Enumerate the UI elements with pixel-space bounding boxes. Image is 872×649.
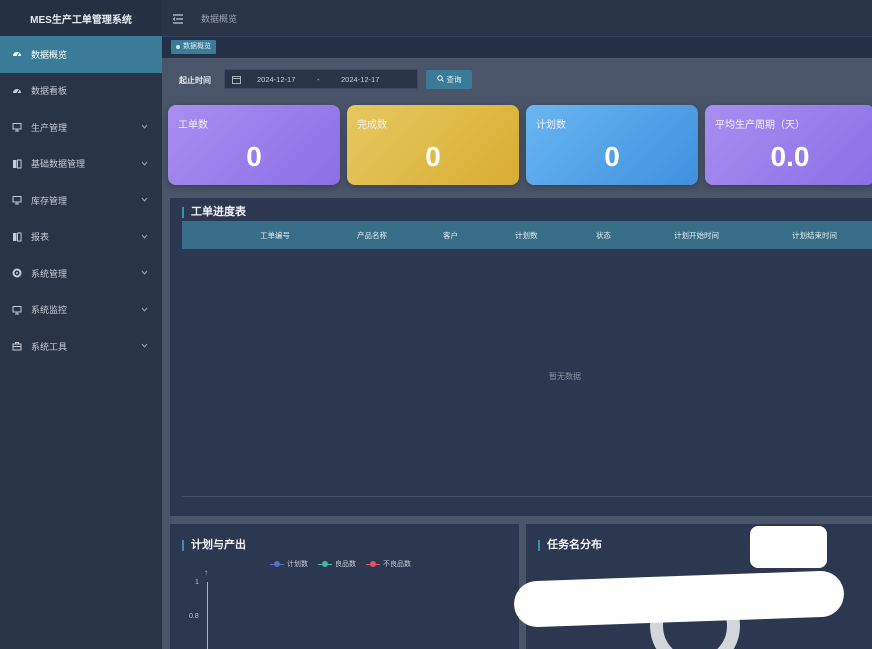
sidebar-item-label: 数据概览 bbox=[31, 49, 68, 60]
chevron-down-icon bbox=[141, 195, 148, 202]
monitor-icon bbox=[12, 195, 22, 205]
column-header[interactable]: 计划开始时间 bbox=[674, 230, 719, 241]
stat-card-planned: 计划数 0 bbox=[526, 105, 698, 185]
stat-card-title: 平均生产周期（天） bbox=[715, 120, 805, 131]
sidebar: MES生产工单管理系统 数据概览 数据看板 生产管理 基础数据管理 库存管理 报… bbox=[0, 0, 162, 649]
sidebar-menu: 数据概览 数据看板 生产管理 基础数据管理 库存管理 报表 系统管理 系统监控 … bbox=[0, 36, 162, 365]
column-header[interactable]: 客户 bbox=[443, 230, 458, 241]
table-header: 工单编号 产品名称 客户 计划数 状态 计划开始时间 计划结束时间 bbox=[182, 221, 872, 249]
sidebar-item-data-overview[interactable]: 数据概览 bbox=[0, 36, 162, 73]
panel-title: 工单进度表 bbox=[182, 207, 246, 218]
dashboard-icon bbox=[12, 86, 22, 96]
plan-output-chart-panel: 计划与产出 计划数 良品数 不良品数 ↑ 1 0.8 bbox=[170, 524, 519, 649]
legend-marker-icon bbox=[318, 561, 332, 567]
stat-card-value: 0.0 bbox=[770, 141, 810, 172]
y-tick-label: 1 bbox=[195, 579, 199, 586]
chevron-down-icon bbox=[141, 232, 148, 239]
menu-toggle-icon[interactable] bbox=[172, 12, 184, 24]
sidebar-item-label: 系统监控 bbox=[31, 305, 68, 316]
legend-label: 计划数 bbox=[287, 561, 308, 568]
sidebar-item-label: 报表 bbox=[31, 232, 50, 243]
column-header[interactable]: 工单编号 bbox=[260, 230, 290, 241]
date-range-picker[interactable]: 2024-12-17 - 2024-12-17 bbox=[224, 69, 418, 89]
legend-item[interactable]: 计划数 bbox=[270, 559, 308, 569]
work-order-progress-panel: 工单进度表 工单编号 产品名称 客户 计划数 状态 计划开始时间 计划结束时间 … bbox=[170, 198, 872, 516]
chevron-down-icon bbox=[141, 122, 148, 129]
monitor-icon bbox=[12, 305, 22, 315]
breadcrumb[interactable]: 数据概览 bbox=[201, 12, 237, 25]
stat-card-avg-cycle: 平均生产周期（天） 0.0 bbox=[705, 105, 872, 185]
sidebar-item-label: 生产管理 bbox=[31, 122, 68, 133]
end-date-value[interactable]: 2024-12-17 bbox=[341, 75, 379, 84]
stat-card-work-orders: 工单数 0 bbox=[168, 105, 340, 185]
sidebar-item-label: 系统管理 bbox=[31, 268, 68, 279]
toolbox-icon bbox=[12, 341, 22, 351]
chart-legend: 计划数 良品数 不良品数 bbox=[270, 559, 411, 569]
date-separator: - bbox=[317, 75, 320, 84]
book-icon bbox=[12, 159, 22, 169]
chevron-down-icon bbox=[141, 268, 148, 275]
sidebar-item-production[interactable]: 生产管理 bbox=[0, 109, 162, 146]
sidebar-item-label: 库存管理 bbox=[31, 195, 68, 206]
top-navbar: 数据概览 bbox=[162, 0, 872, 36]
column-header[interactable]: 计划数 bbox=[515, 230, 538, 241]
monitor-icon bbox=[12, 122, 22, 132]
date-range-label: 起止时间 bbox=[179, 76, 211, 85]
redaction-overlay bbox=[750, 526, 827, 568]
sidebar-item-label: 系统工具 bbox=[31, 341, 68, 352]
app-root: MES生产工单管理系统 数据概览 数据看板 生产管理 基础数据管理 库存管理 报… bbox=[0, 0, 872, 649]
start-date-value[interactable]: 2024-12-17 bbox=[257, 75, 295, 84]
column-header[interactable]: 状态 bbox=[596, 230, 611, 241]
stat-card-value: 0 bbox=[604, 141, 620, 172]
y-axis-arrow-icon: ↑ bbox=[204, 568, 208, 577]
app-logo-title: MES生产工单管理系统 bbox=[0, 0, 162, 36]
gear-icon bbox=[12, 268, 22, 278]
column-header[interactable]: 产品名称 bbox=[357, 230, 387, 241]
table-body: 暂无数据 bbox=[182, 249, 872, 497]
stat-card-value: 0 bbox=[425, 141, 441, 172]
legend-marker-icon bbox=[366, 561, 380, 567]
book-icon bbox=[12, 232, 22, 242]
y-axis-line bbox=[207, 582, 208, 649]
sidebar-item-label: 数据看板 bbox=[31, 86, 68, 97]
calendar-icon bbox=[232, 75, 241, 84]
y-tick-label: 0.8 bbox=[189, 613, 199, 620]
legend-marker-icon bbox=[270, 561, 284, 567]
legend-label: 良品数 bbox=[335, 561, 356, 568]
legend-item[interactable]: 良品数 bbox=[318, 559, 356, 569]
panel-title: 计划与产出 bbox=[182, 540, 246, 551]
sidebar-item-basic-data[interactable]: 基础数据管理 bbox=[0, 146, 162, 183]
filter-bar: 起止时间 2024-12-17 - 2024-12-17 查询 bbox=[162, 58, 872, 102]
sidebar-item-reports[interactable]: 报表 bbox=[0, 219, 162, 256]
stat-card-title: 完成数 bbox=[357, 120, 387, 131]
tag-data-overview[interactable]: 数据概览 bbox=[171, 40, 216, 54]
sidebar-item-inventory[interactable]: 库存管理 bbox=[0, 182, 162, 219]
sidebar-item-system-monitor[interactable]: 系统监控 bbox=[0, 292, 162, 329]
search-icon bbox=[436, 75, 444, 84]
query-button[interactable]: 查询 bbox=[426, 70, 472, 89]
tags-view-bar: 数据概览 bbox=[162, 36, 872, 58]
sidebar-item-system-tools[interactable]: 系统工具 bbox=[0, 328, 162, 365]
sidebar-item-data-board[interactable]: 数据看板 bbox=[0, 73, 162, 110]
stat-card-title: 工单数 bbox=[178, 120, 208, 131]
stat-card-completed: 完成数 0 bbox=[347, 105, 519, 185]
column-header[interactable]: 计划结束时间 bbox=[792, 230, 837, 241]
stat-card-value: 0 bbox=[246, 141, 262, 172]
panel-title: 任务名分布 bbox=[538, 540, 602, 551]
dashboard-icon bbox=[12, 49, 22, 59]
empty-state-text: 暂无数据 bbox=[549, 372, 581, 381]
chevron-down-icon bbox=[141, 159, 148, 166]
chevron-down-icon bbox=[141, 341, 148, 348]
sidebar-item-system-management[interactable]: 系统管理 bbox=[0, 255, 162, 292]
legend-item[interactable]: 不良品数 bbox=[366, 559, 411, 569]
stat-card-title: 计划数 bbox=[536, 120, 566, 131]
legend-label: 不良品数 bbox=[383, 561, 411, 568]
main-content: 起止时间 2024-12-17 - 2024-12-17 查询 工单数 0 完成… bbox=[162, 58, 872, 649]
query-button-label: 查询 bbox=[446, 75, 462, 84]
chevron-down-icon bbox=[141, 305, 148, 312]
sidebar-item-label: 基础数据管理 bbox=[31, 159, 86, 170]
